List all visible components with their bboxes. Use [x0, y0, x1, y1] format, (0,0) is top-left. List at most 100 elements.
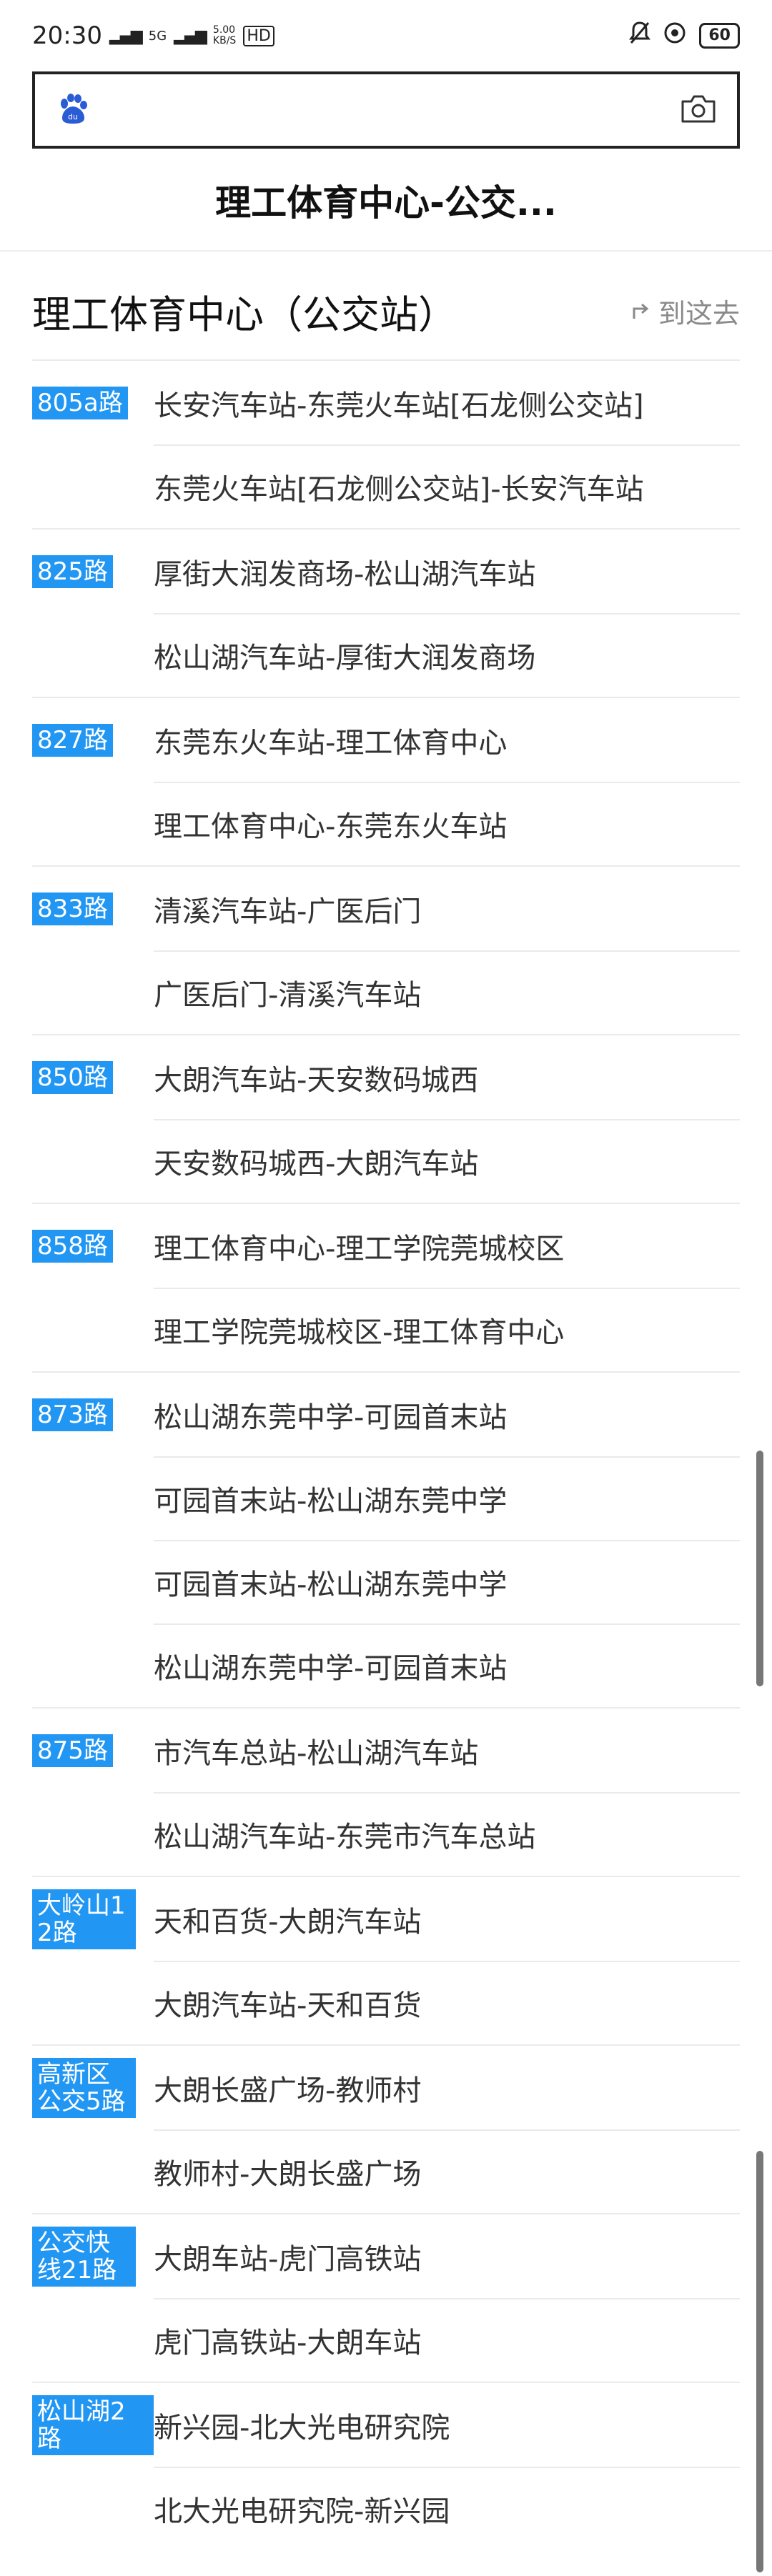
badge-column: 松山湖2路: [32, 2383, 154, 2467]
route-badge: 松山湖2路: [32, 2395, 154, 2455]
camera-icon[interactable]: [680, 93, 717, 127]
badge-column: 850路: [32, 1035, 154, 1119]
route-direction-text: 天和百货-大朗汽车站: [154, 1905, 422, 1939]
route-badge: 850路: [32, 1060, 113, 1094]
badge-column: [32, 1623, 154, 1707]
scrollbar-lower[interactable]: [756, 2151, 763, 2572]
route-badge: 公交快线21路: [32, 2226, 136, 2287]
badge-column: 825路: [32, 529, 154, 613]
badge-column: [32, 1119, 154, 1203]
route-direction-row[interactable]: 825路 厚街大润发商场-松山湖汽车站: [32, 529, 740, 613]
badge-column: [32, 1456, 154, 1540]
badge-column: 858路: [32, 1204, 154, 1288]
search-input[interactable]: [105, 95, 665, 125]
route-direction-row[interactable]: 可园首末站-松山湖东莞中学: [32, 1456, 740, 1540]
route-direction-text: 市汽车总站-松山湖汽车站: [154, 1736, 479, 1770]
route-direction-row[interactable]: 天安数码城西-大朗汽车站: [32, 1119, 740, 1203]
route-direction-row[interactable]: 理工体育中心-东莞东火车站: [32, 782, 740, 865]
route-direction-text: 大朗长盛广场-教师村: [154, 2074, 422, 2107]
route-direction-text: 北大光电研究院-新兴园: [154, 2495, 450, 2528]
route-direction-row[interactable]: 高新区公交5路 大朗长盛广场-教师村: [32, 2046, 740, 2129]
route-group: 833路 清溪汽车站-广医后门 广医后门-清溪汽车站: [32, 865, 740, 1034]
route-direction-row[interactable]: 833路 清溪汽车站-广医后门: [32, 867, 740, 950]
scrollbar[interactable]: [756, 1451, 763, 1686]
route-direction-text: 教师村-大朗长盛广场: [154, 2157, 422, 2191]
network-speed-unit: KB/S: [212, 35, 237, 46]
station-name: 理工体育中心（公交站）: [32, 292, 457, 337]
badge-column: [32, 613, 154, 697]
route-direction-row[interactable]: 广医后门-清溪汽车站: [32, 950, 740, 1034]
route-direction-row[interactable]: 805a路 长安汽车站-东莞火车站[石龙侧公交站]: [32, 361, 740, 444]
badge-column: [32, 1288, 154, 1371]
route-direction-row[interactable]: 875路 市汽车总站-松山湖汽车站: [32, 1709, 740, 1792]
route-badge: 827路: [32, 723, 113, 757]
go-here-button[interactable]: 到这去: [631, 292, 740, 331]
route-direction-text: 可园首末站-松山湖东莞中学: [154, 1568, 508, 1601]
route-direction-row[interactable]: 理工学院莞城校区-理工体育中心: [32, 1288, 740, 1371]
signal-icon-2: ▂▄▆: [174, 26, 207, 45]
route-badge: 825路: [32, 555, 113, 588]
route-direction-text: 东莞火车站[石龙侧公交站]-长安汽车站: [154, 472, 644, 506]
route-direction-row[interactable]: 大朗汽车站-天和百货: [32, 1961, 740, 2044]
network-type: 5G: [148, 28, 167, 44]
route-direction-row[interactable]: 教师村-大朗长盛广场: [32, 2129, 740, 2213]
route-direction-row[interactable]: 松山湖汽车站-东莞市汽车总站: [32, 1792, 740, 1876]
baidu-logo-icon: du: [55, 91, 91, 129]
route-direction-row[interactable]: 虎门高铁站-大朗车站: [32, 2298, 740, 2382]
badge-column: 公交快线21路: [32, 2214, 154, 2298]
page-title: 理工体育中心-公交...: [215, 182, 557, 224]
svg-text:du: du: [68, 112, 78, 121]
route-direction-row[interactable]: 松山湖东莞中学-可园首末站: [32, 1623, 740, 1707]
route-direction-row[interactable]: 大岭山12路 天和百货-大朗汽车站: [32, 1877, 740, 1961]
badge-column: 875路: [32, 1709, 154, 1792]
badge-column: [32, 950, 154, 1034]
route-direction-text: 松山湖汽车站-厚街大润发商场: [154, 641, 536, 675]
route-direction-row[interactable]: 北大光电研究院-新兴园: [32, 2467, 740, 2550]
route-group: 873路 松山湖东莞中学-可园首末站可园首末站-松山湖东莞中学 可园首末站-松山湖东…: [32, 1371, 740, 1707]
network-speed: 5.00 KB/S: [213, 25, 236, 46]
route-direction-text: 清溪汽车站-广医后门: [154, 895, 422, 928]
go-here-label: 到这去: [658, 297, 740, 329]
badge-column: [32, 1540, 154, 1623]
status-left: 20:30 ▂▄▆ 5G ▂▄▆ 5.00 KB/S HD: [32, 21, 274, 50]
badge-column: 高新区公交5路: [32, 2046, 154, 2129]
badge-column: [32, 2129, 154, 2213]
route-direction-text: 广医后门-清溪汽车站: [154, 978, 422, 1012]
status-right: 60: [629, 21, 740, 51]
route-direction-row[interactable]: 东莞火车站[石龙侧公交站]-长安汽车站: [32, 444, 740, 528]
route-direction-text: 松山湖东莞中学-可园首末站: [154, 1651, 508, 1685]
route-direction-text: 可园首末站-松山湖东莞中学: [154, 1484, 508, 1518]
turn-arrow-icon: [631, 295, 650, 327]
route-direction-row[interactable]: 公交快线21路 大朗车站-虎门高铁站: [32, 2214, 740, 2298]
route-direction-row[interactable]: 松山湖2路 新兴园-北大光电研究院: [32, 2383, 740, 2467]
route-badge: 875路: [32, 1734, 113, 1767]
route-group: 公交快线21路 大朗车站-虎门高铁站 虎门高铁站-大朗车站: [32, 2213, 740, 2382]
route-group: 850路 大朗汽车站-天安数码城西 天安数码城西-大朗汽车站: [32, 1034, 740, 1203]
route-direction-text: 大朗汽车站-天和百货: [154, 1989, 422, 2022]
route-group: 805a路 长安汽车站-东莞火车站[石龙侧公交站] 东莞火车站[石龙侧公交站]-长安…: [32, 359, 740, 528]
badge-column: [32, 2467, 154, 2550]
route-direction-text: 松山湖东莞中学-可园首末站: [154, 1401, 508, 1434]
bell-muted-icon: [629, 21, 651, 51]
route-direction-row[interactable]: 松山湖汽车站-厚街大润发商场: [32, 613, 740, 697]
badge-column: [32, 1792, 154, 1876]
route-badge: 高新区公交5路: [32, 2057, 136, 2118]
route-group: 大岭山12路 天和百货-大朗汽车站 大朗汽车站-天和百货: [32, 1876, 740, 2044]
route-badge: 858路: [32, 1229, 113, 1263]
badge-column: 833路: [32, 867, 154, 950]
route-direction-row[interactable]: 873路 松山湖东莞中学-可园首末站: [32, 1373, 740, 1456]
signal-icon: ▂▄▆: [109, 26, 143, 45]
network-speed-value: 5.00: [212, 24, 236, 36]
search-bar[interactable]: du: [32, 71, 740, 149]
badge-column: 大岭山12路: [32, 1877, 154, 1961]
route-direction-row[interactable]: 850路 大朗汽车站-天安数码城西: [32, 1035, 740, 1119]
route-direction-row[interactable]: 827路 东莞东火车站-理工体育中心: [32, 698, 740, 782]
route-direction-text: 新兴园-北大光电研究院: [154, 2411, 450, 2445]
route-direction-row[interactable]: 858路 理工体育中心-理工学院莞城校区: [32, 1204, 740, 1288]
route-group: 825路 厚街大润发商场-松山湖汽车站松山湖汽车站-厚街大润发商场: [32, 528, 740, 697]
route-direction-text: 理工学院莞城校区-理工体育中心: [154, 1316, 565, 1349]
route-direction-row[interactable]: 可园首末站-松山湖东莞中学: [32, 1540, 740, 1623]
route-direction-text: 东莞东火车站-理工体育中心: [154, 726, 508, 760]
badge-column: 827路: [32, 698, 154, 782]
route-badge: 805a路: [32, 386, 128, 419]
